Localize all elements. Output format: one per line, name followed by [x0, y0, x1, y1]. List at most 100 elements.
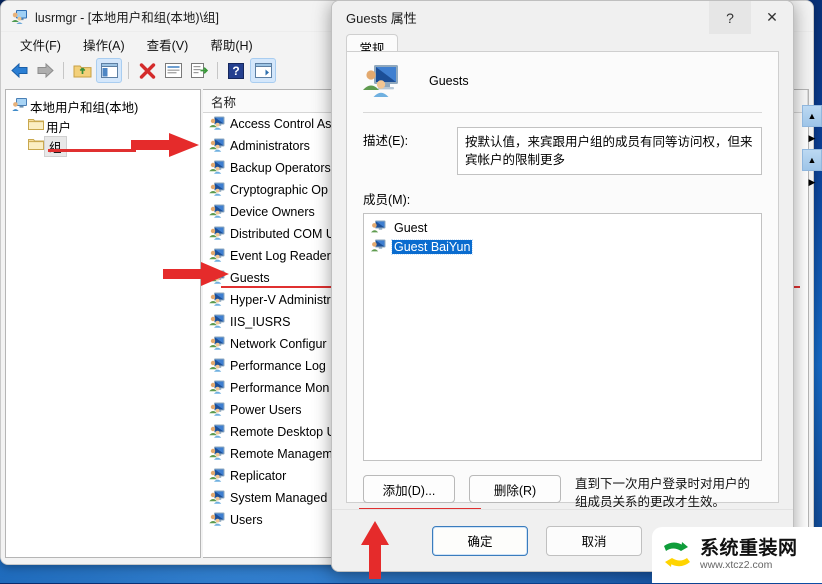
toolbar-separator — [217, 62, 218, 79]
list-item-label: Event Log Readers — [230, 249, 338, 263]
menu-help[interactable]: 帮助(H) — [199, 32, 263, 57]
group-icon — [209, 138, 225, 155]
group-icon — [209, 468, 225, 485]
group-icon — [209, 446, 225, 463]
list-item-label: Power Users — [230, 403, 302, 417]
watermark-title: 系统重装网 — [700, 537, 798, 559]
list-item-label: Backup Operators — [230, 161, 331, 175]
group-icon — [209, 292, 225, 309]
cancel-button[interactable]: 取消 — [546, 525, 642, 556]
list-item-label: System Managed — [230, 491, 328, 505]
watermark-url: www.xtcz2.com — [700, 559, 773, 572]
group-large-icon — [361, 64, 399, 98]
show-pane-icon[interactable] — [250, 58, 276, 83]
help-button[interactable]: ? — [709, 1, 751, 34]
show-tree-icon[interactable] — [96, 58, 122, 83]
group-header: Guests — [347, 52, 778, 110]
list-item-label: Device Owners — [230, 205, 315, 219]
menu-action[interactable]: 操作(A) — [72, 32, 136, 57]
members-listbox[interactable]: Guest Guest BaiYun — [363, 213, 762, 461]
tree-groups-label: 组 — [44, 135, 67, 157]
scroll-right-icon-1[interactable]: ▶ — [802, 127, 822, 149]
list-item-label: Administrators — [230, 139, 310, 153]
close-icon[interactable]: ✕ — [751, 1, 793, 34]
list-item-label: Distributed COM U — [230, 227, 335, 241]
group-icon — [209, 424, 225, 441]
group-icon — [209, 116, 225, 133]
scroll-up-icon-2[interactable]: ▲ — [802, 149, 822, 171]
user-icon — [371, 239, 386, 255]
recycle-logo — [660, 540, 694, 570]
tree-item-groups[interactable]: 组 — [6, 135, 200, 157]
dialog-window-controls: ? ✕ — [709, 1, 793, 34]
list-item-label: Performance Log — [230, 359, 326, 373]
watermark: 系统重装网 www.xtcz2.com — [652, 527, 822, 583]
user-icon — [371, 220, 386, 236]
dialog-titlebar: Guests 属性 ? ✕ — [332, 1, 793, 34]
watermark-text: 系统重装网 www.xtcz2.com — [700, 537, 798, 572]
scroll-right-icon-2[interactable]: ▶ — [802, 171, 822, 193]
toolbar-separator — [63, 62, 64, 79]
member-list-item[interactable]: Guest — [367, 218, 758, 237]
computer-icon — [12, 97, 28, 115]
group-icon — [209, 160, 225, 177]
description-input[interactable]: 按默认值，来宾跟用户组的成员有同等访问权，但来宾帐户的限制更多 — [457, 127, 762, 175]
menu-view[interactable]: 查看(V) — [136, 32, 200, 57]
add-button[interactable]: 添加(D)... — [363, 475, 455, 503]
member-list-item-label: Guest — [394, 220, 428, 235]
list-item-label: Access Control As — [230, 117, 332, 131]
group-icon — [209, 358, 225, 375]
forward-icon[interactable] — [33, 59, 57, 82]
svg-text:?: ? — [232, 64, 239, 78]
group-icon — [209, 314, 225, 331]
tree-item-users[interactable]: 用户 — [6, 116, 200, 136]
dialog-title: Guests 属性 — [346, 11, 417, 26]
description-field: 描述(E): 按默认值，来宾跟用户组的成员有同等访问权，但来宾帐户的限制更多 — [363, 127, 762, 175]
ok-button[interactable]: 确定 — [432, 525, 528, 556]
window-title: lusrmgr - [本地用户和组(本地)\组] — [35, 10, 220, 25]
group-icon — [209, 182, 225, 199]
group-icon — [209, 226, 225, 243]
tree-users-label: 用户 — [46, 120, 72, 135]
list-item-label: Remote Desktop U — [230, 425, 336, 439]
tree-item-root[interactable]: 本地用户和组(本地) — [6, 96, 200, 116]
help-icon[interactable]: ? — [224, 59, 248, 82]
group-icon — [209, 490, 225, 507]
folder-icon — [28, 118, 44, 134]
list-item-label: Users — [230, 513, 263, 527]
members-note: 直到下一次用户登录时对用户的组成员关系的更改才生效。 — [575, 477, 751, 509]
back-icon[interactable] — [7, 59, 31, 82]
members-label: 成员(M): — [363, 193, 411, 207]
computer-users-icon — [11, 8, 28, 25]
list-item-label: Hyper-V Administr — [230, 293, 331, 307]
group-icon — [209, 270, 225, 287]
tree-pane: 本地用户和组(本地) 用户 组 — [5, 89, 201, 558]
group-name: Guests — [429, 74, 469, 88]
tree-root-label: 本地用户和组(本地) — [30, 100, 139, 115]
list-item-label: Performance Mon — [230, 381, 330, 395]
export-list-icon[interactable] — [187, 59, 211, 82]
folder-icon — [28, 138, 44, 154]
member-buttons: 添加(D)... 删除(R) 直到下一次用户登录时对用户的组成员关系的更改才生效… — [359, 475, 762, 511]
remove-button[interactable]: 删除(R) — [469, 475, 561, 503]
member-list-item-label: Guest BaiYun — [390, 238, 474, 255]
list-item-label: Cryptographic Op — [230, 183, 328, 197]
list-item-label: Guests — [230, 271, 270, 285]
group-icon — [209, 512, 225, 529]
divider — [363, 112, 762, 113]
column-header-name[interactable]: 名称 — [203, 92, 236, 111]
description-label: 描述(E): — [363, 134, 409, 148]
group-icon — [209, 204, 225, 221]
properties-icon[interactable] — [161, 59, 185, 82]
toolbar-separator — [128, 62, 129, 79]
list-item-label: Replicator — [230, 469, 287, 483]
delete-icon[interactable] — [135, 59, 159, 82]
member-list-item[interactable]: Guest BaiYun — [367, 237, 758, 256]
group-icon — [209, 380, 225, 397]
scroll-up-icon-1[interactable]: ▲ — [802, 105, 822, 127]
up-folder-icon[interactable] — [70, 59, 94, 82]
group-icon — [209, 248, 225, 265]
list-item-label: Remote Managem — [230, 447, 333, 461]
menu-file[interactable]: 文件(F) — [9, 32, 72, 57]
group-icon — [209, 336, 225, 353]
